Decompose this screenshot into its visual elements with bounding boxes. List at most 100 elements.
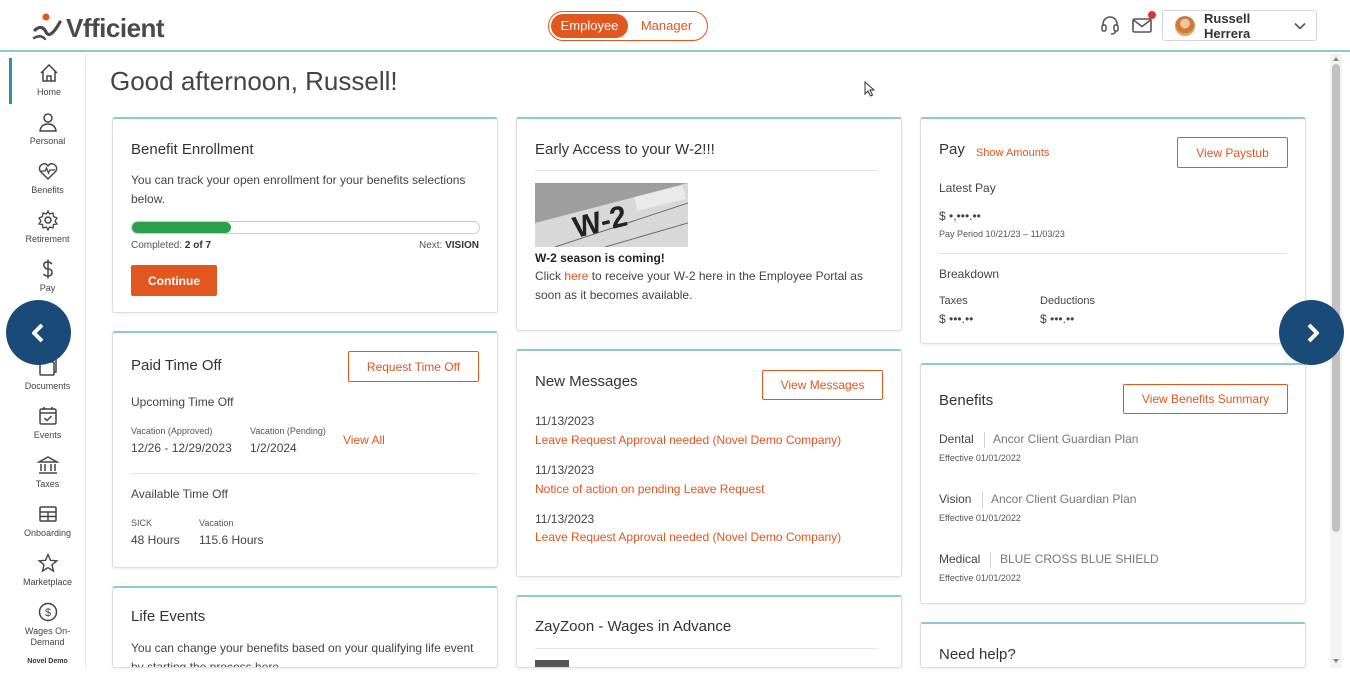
- sidebar-item-label: Onboarding: [23, 528, 72, 538]
- next-arrow-button[interactable]: [1279, 300, 1344, 365]
- benefit-plan: Ancor Client Guardian Plan: [991, 492, 1137, 506]
- company-name: Novel Demo: [27, 658, 68, 665]
- sick-label: SICK: [131, 518, 153, 528]
- sidebar-item-retirement[interactable]: Retirement: [9, 205, 86, 251]
- life-events-description: You can change your benefits based on yo…: [131, 641, 474, 668]
- mouse-cursor-icon: [864, 81, 876, 97]
- separator: [990, 552, 991, 568]
- benefits-card: Benefits View Benefits Summary Dental An…: [920, 363, 1306, 604]
- scrollbar[interactable]: [1330, 54, 1342, 668]
- completed-status: Completed: 2 of 7: [131, 240, 212, 251]
- chevron-left-icon: [31, 323, 43, 342]
- view-all-link[interactable]: View All: [343, 431, 385, 450]
- message-date: 11/13/2023: [535, 463, 595, 477]
- view-paystub-button[interactable]: View Paystub: [1177, 137, 1288, 168]
- approved-value: 12/26 - 12/29/2023: [131, 441, 232, 455]
- user-name: Russell Herrera: [1204, 10, 1251, 41]
- scroll-down-icon[interactable]: [1332, 658, 1340, 664]
- message-link[interactable]: Leave Request Approval needed (Novel Dem…: [535, 528, 841, 547]
- message-link[interactable]: Leave Request Approval needed (Novel Dem…: [535, 431, 841, 450]
- scroll-up-icon[interactable]: [1332, 56, 1340, 62]
- upcoming-label: Upcoming Time Off: [131, 395, 234, 409]
- divider: [535, 170, 877, 171]
- sick-value: 48 Hours: [131, 533, 180, 547]
- card-title: Pay: [939, 141, 965, 158]
- sidebar-item-label: Benefits: [31, 185, 64, 195]
- sidebar-item-label: Marketplace: [22, 577, 73, 587]
- benefit-type: Vision: [939, 492, 972, 506]
- top-header: Vfficient Employee Manager Russell Herre…: [0, 0, 1350, 52]
- taxes-label: Taxes: [939, 295, 968, 307]
- sidebar-item-home[interactable]: Home: [9, 58, 86, 104]
- logo-mark-icon: [32, 13, 62, 41]
- pending-value: 1/2/2024: [250, 441, 297, 455]
- sidebar-item-personal[interactable]: Personal: [9, 107, 86, 153]
- manager-view-button[interactable]: Manager: [628, 14, 705, 38]
- continue-button[interactable]: Continue: [131, 265, 217, 296]
- vacation-label: Vacation: [199, 518, 234, 528]
- sidebar-item-wages-on-demand[interactable]: $ Wages On-Demand: [9, 597, 86, 653]
- mail-button[interactable]: [1131, 11, 1156, 36]
- benefit-plan: Ancor Client Guardian Plan: [993, 432, 1139, 446]
- card-title: Need help?: [939, 646, 1016, 663]
- breakdown-label: Breakdown: [939, 267, 1000, 281]
- scrollbar-thumb[interactable]: [1332, 64, 1340, 532]
- benefit-effective: Effective 01/01/2022: [939, 573, 1021, 583]
- card-title: Benefits: [939, 392, 994, 409]
- show-amounts-link[interactable]: Show Amounts: [976, 144, 1049, 163]
- page-title: Good afternoon, Russell!: [110, 66, 398, 96]
- message-date: 11/13/2023: [535, 512, 595, 526]
- next-step: Next: VISION: [418, 240, 479, 251]
- calendar-icon: [38, 407, 57, 425]
- messages-card: New Messages View Messages 11/13/2023 Le…: [516, 349, 902, 577]
- pay-period: Pay Period 10/21/23 – 11/03/23: [939, 229, 1065, 239]
- headset-icon[interactable]: [1099, 14, 1121, 36]
- sidebar-item-taxes[interactable]: Taxes: [9, 450, 86, 496]
- w2-headline: W-2 season is coming!: [535, 251, 665, 265]
- request-time-off-button[interactable]: Request Time Off: [348, 351, 479, 382]
- table-icon: [38, 506, 57, 522]
- view-messages-button[interactable]: View Messages: [762, 370, 883, 400]
- life-events-card: Life Events You can change your benefits…: [112, 586, 498, 668]
- card-title: Benefit Enrollment: [131, 141, 254, 158]
- w2-here-link[interactable]: here: [564, 269, 588, 283]
- message-link[interactable]: Notice of action on pending Leave Reques…: [535, 480, 765, 499]
- previous-arrow-button[interactable]: [6, 300, 71, 365]
- svg-text:$: $: [44, 607, 50, 619]
- user-menu[interactable]: Russell Herrera: [1162, 10, 1317, 41]
- coin-icon: $: [38, 602, 57, 622]
- sidebar-item-marketplace[interactable]: Marketplace: [9, 548, 86, 594]
- person-icon: [38, 113, 57, 132]
- sidebar-item-label: Pay: [39, 283, 56, 293]
- benefit-enrollment-card: Benefit Enrollment You can track your op…: [112, 117, 498, 313]
- zayzoon-image: [535, 660, 569, 667]
- card-title: Paid Time Off: [131, 357, 222, 374]
- w2-form-image: W-2: [535, 183, 688, 247]
- vacation-value: 115.6 Hours: [199, 533, 264, 547]
- card-title: ZayZoon - Wages in Advance: [535, 618, 732, 635]
- vfficient-logo[interactable]: Vfficient: [32, 8, 165, 44]
- view-benefits-summary-button[interactable]: View Benefits Summary: [1123, 384, 1288, 414]
- avatar: [1175, 15, 1195, 36]
- taxes-value: $ •••.••: [939, 312, 974, 326]
- sidebar-item-label: Events: [33, 430, 62, 440]
- sidebar-item-label: Taxes: [35, 479, 60, 489]
- view-toggle: Employee Manager: [548, 11, 708, 41]
- star-icon: [36, 552, 59, 573]
- sidebar-item-label: Home: [36, 87, 61, 97]
- enrollment-description: You can track your open enrollment for y…: [131, 173, 466, 206]
- benefit-type: Dental: [939, 432, 974, 446]
- sidebar-item-events[interactable]: Events: [9, 401, 86, 447]
- w2-card: Early Access to your W-2!!! W-2 W-2 seas…: [516, 117, 902, 331]
- notification-dot: [1148, 11, 1156, 19]
- latest-pay-label: Latest Pay: [939, 181, 996, 195]
- sidebar-item-pay[interactable]: Pay: [9, 254, 86, 300]
- sidebar-item-label: Wages On-Demand: [24, 626, 71, 647]
- separator: [982, 492, 983, 508]
- sidebar-item-label: Retirement: [25, 234, 70, 244]
- chevron-down-icon: [1294, 22, 1306, 30]
- sidebar-item-onboarding[interactable]: Onboarding: [9, 499, 86, 545]
- pending-label: Vacation (Pending): [250, 426, 326, 436]
- sidebar-item-benefits[interactable]: Benefits: [9, 156, 86, 202]
- employee-view-button[interactable]: Employee: [551, 14, 628, 38]
